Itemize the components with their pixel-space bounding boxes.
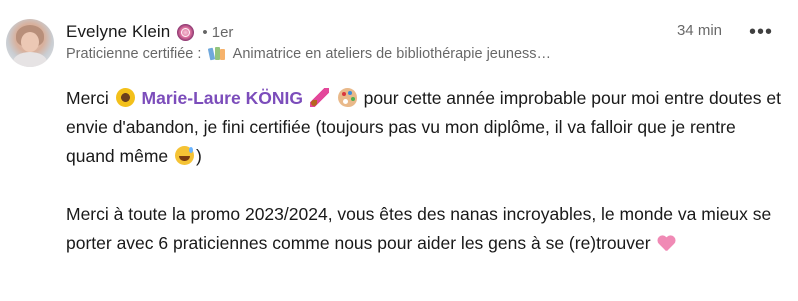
comment-timestamp: 34 min: [676, 22, 722, 39]
author-headline: Praticienne certifiée : Animatrice en at…: [66, 46, 666, 62]
comment-body: Merci Marie-Laure KÖNIG pour cette année…: [66, 84, 786, 258]
body-text-thanks: Merci: [66, 88, 109, 108]
paintbrush-emoji: [309, 88, 329, 107]
more-options-button[interactable]: •••: [744, 19, 778, 45]
books-icon: [208, 46, 226, 61]
comment-header: Evelyne Klein • 1er 34 min ••• Praticien…: [66, 19, 788, 63]
headline-text: Animatrice en ateliers de bibliothérapie…: [232, 46, 552, 62]
avatar-face: [21, 32, 39, 52]
comment-paragraph-2: Merci à toute la promo 2023/2024, vous ê…: [66, 200, 786, 258]
author-avatar[interactable]: [6, 19, 54, 67]
comment-paragraph-1: Merci Marie-Laure KÖNIG pour cette année…: [66, 84, 786, 171]
headline-prefix: Praticienne certifiée :: [66, 46, 202, 62]
author-name[interactable]: Evelyne Klein: [66, 22, 170, 42]
profile-badge-icon: [177, 23, 195, 41]
sunflower-emoji: [115, 88, 135, 107]
avatar-body: [13, 52, 47, 67]
body-text-close-paren: ): [196, 146, 202, 166]
mention-link[interactable]: Marie-Laure KÖNIG: [142, 88, 303, 108]
pink-heart-emoji: [657, 234, 675, 252]
connection-degree: • 1er: [202, 23, 234, 41]
grinning-sweat-emoji: [175, 146, 195, 165]
comment-card: Evelyne Klein • 1er 34 min ••• Praticien…: [0, 0, 798, 301]
palette-emoji: [337, 88, 357, 107]
